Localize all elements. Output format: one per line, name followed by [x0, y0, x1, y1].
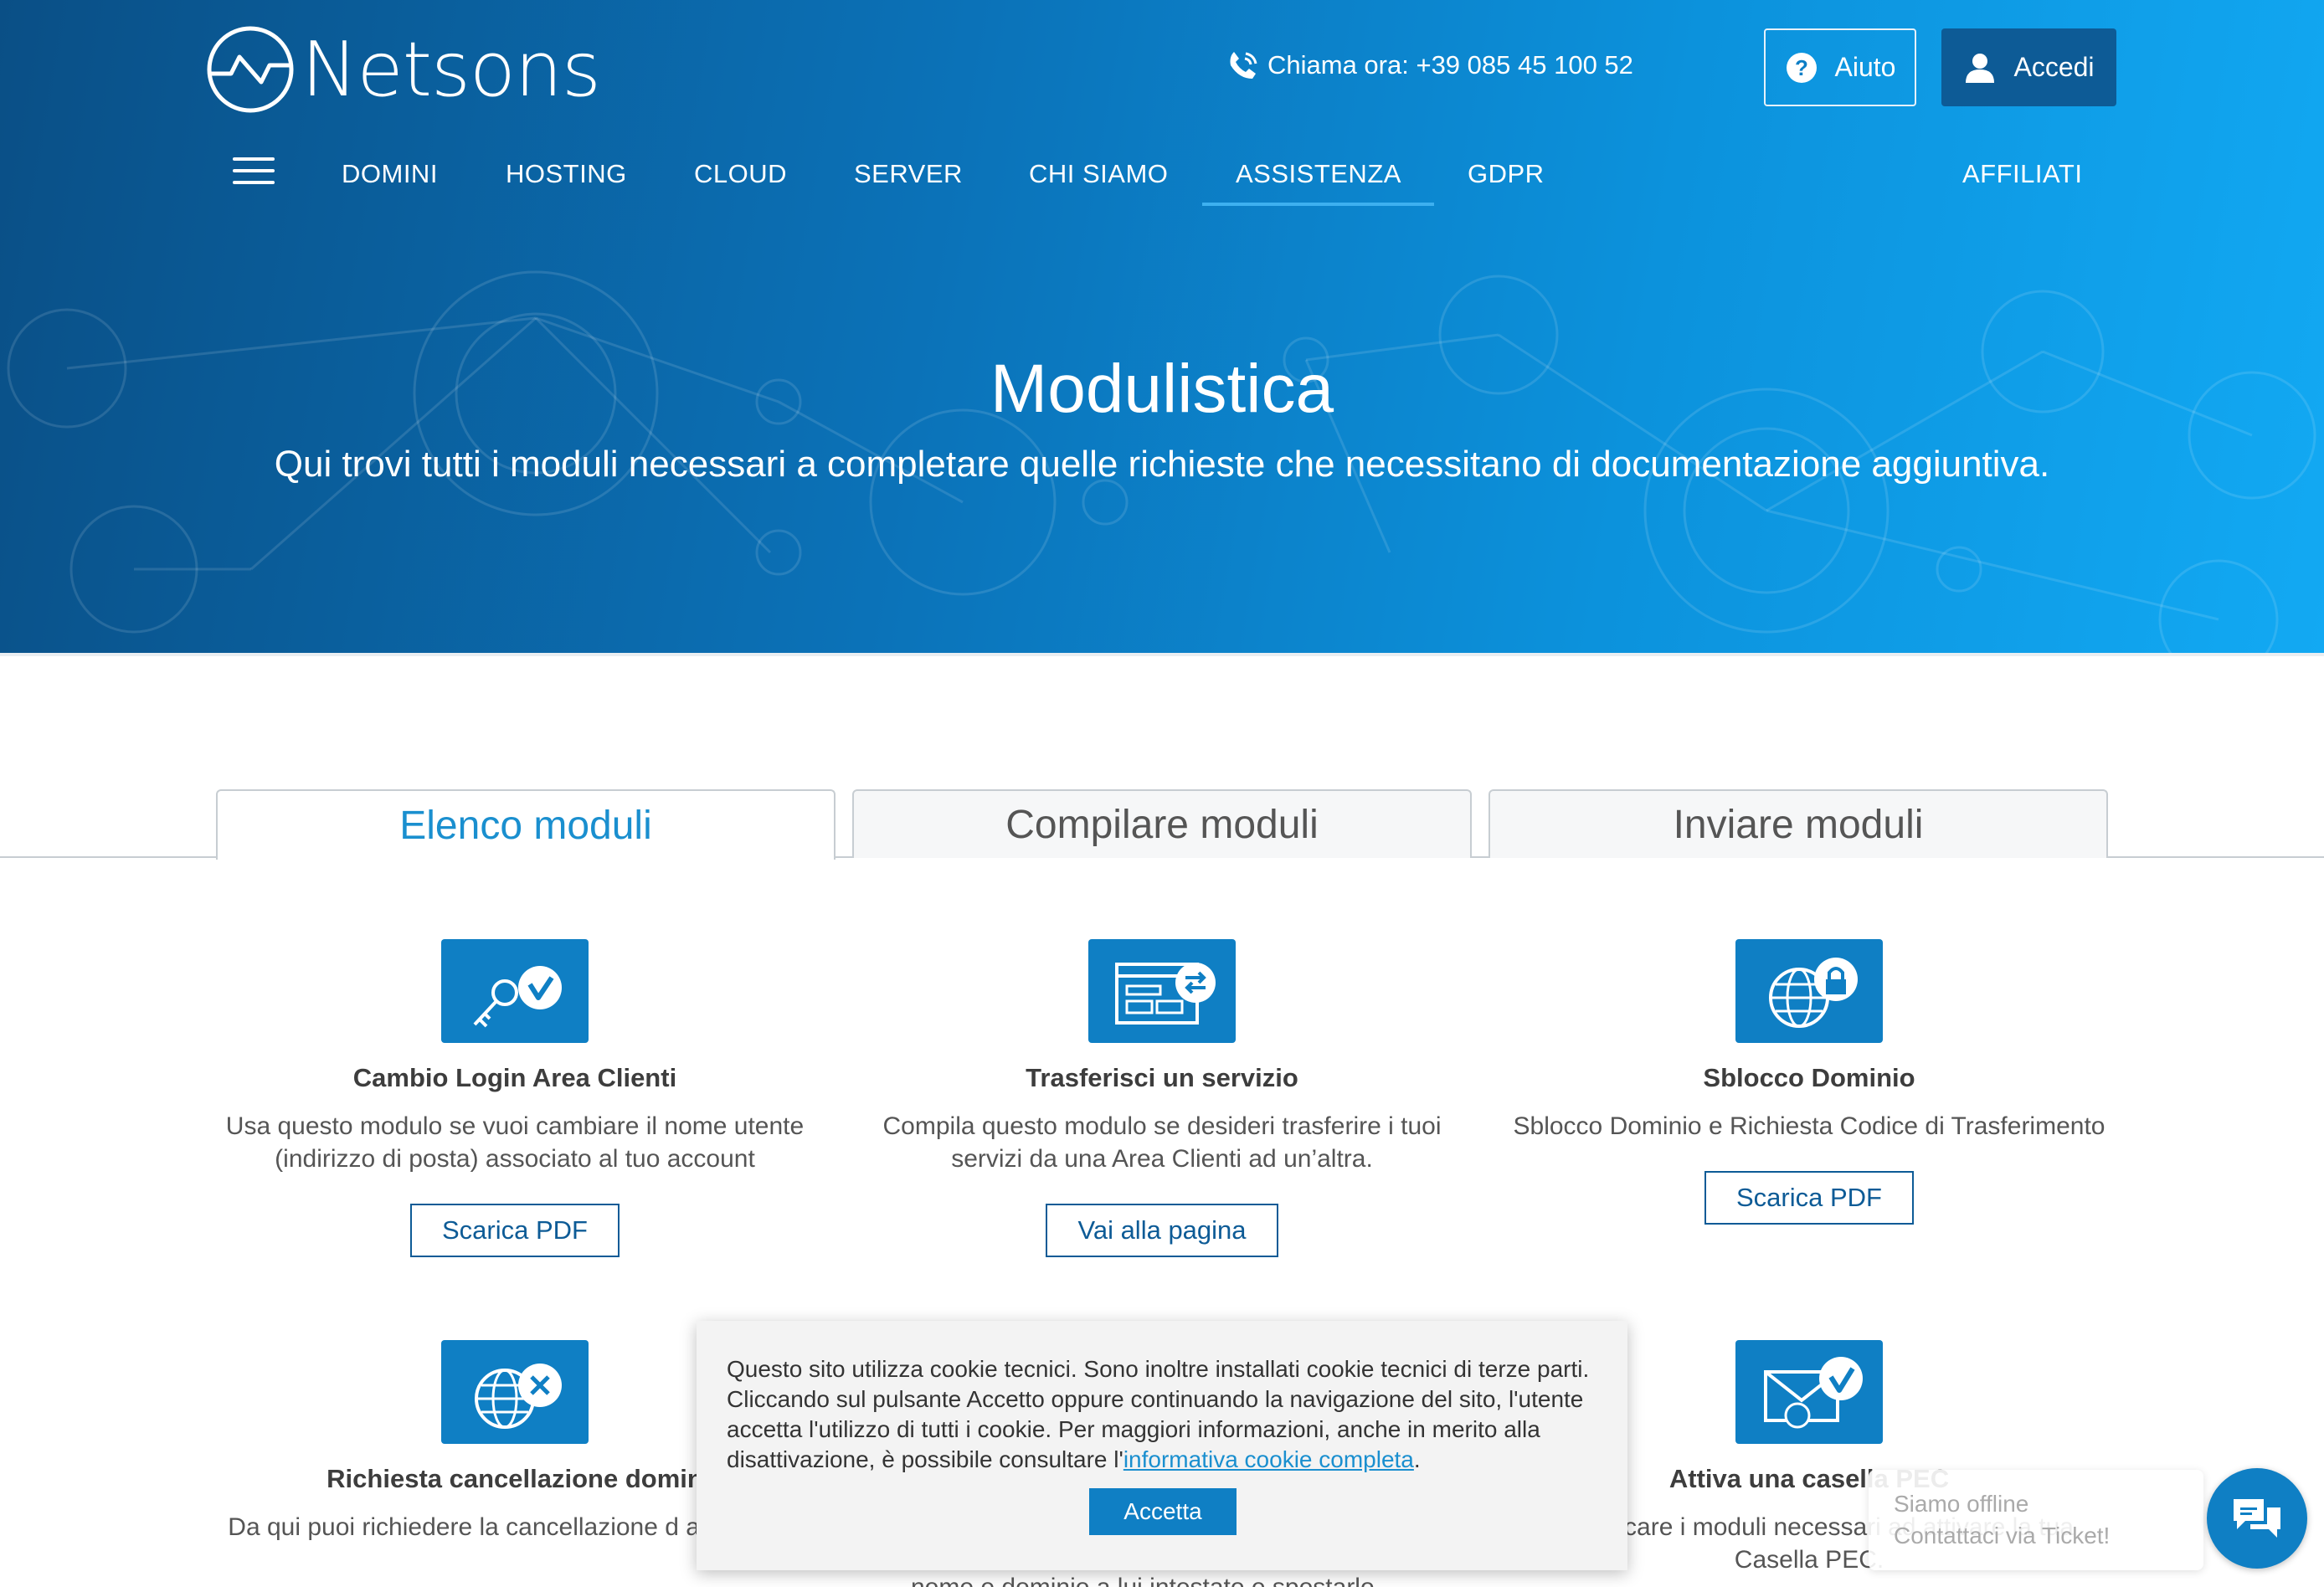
brand-name: Netsons: [301, 25, 601, 114]
nav-item-cloud[interactable]: CLOUD: [694, 159, 787, 189]
nav-item-domini[interactable]: DOMINI: [342, 159, 438, 189]
active-nav-indicator: [1202, 203, 1434, 206]
page-title: Modulistica: [990, 351, 1334, 427]
chat-status: Siamo offline: [1894, 1491, 2029, 1517]
tab-inviare-moduli[interactable]: Inviare moduli: [1488, 789, 2108, 858]
module-card-trasferisci: Trasferisci un servizio Compila questo m…: [852, 939, 1472, 1257]
help-icon: ?: [1786, 52, 1817, 83]
svg-text:?: ?: [1795, 55, 1808, 80]
globe-x-icon: [441, 1340, 589, 1444]
cookie-banner: Questo sito utilizza cookie tecnici. Son…: [697, 1321, 1627, 1570]
login-button[interactable]: Accedi: [1941, 28, 2116, 106]
help-label: Aiuto: [1834, 52, 1896, 82]
hero-banner: Netsons Chiama ora: +39 085 45 100 52 ? …: [0, 0, 2324, 653]
mail-check-icon: [1735, 1340, 1883, 1444]
nav-item-affiliati[interactable]: AFFILIATI: [1962, 159, 2082, 189]
nav-item-gdpr[interactable]: GDPR: [1468, 159, 1545, 189]
phone-text: Chiama ora: +39 085 45 100 52: [1267, 50, 1633, 80]
phone-link[interactable]: Chiama ora: +39 085 45 100 52: [1226, 49, 1633, 82]
nav-item-hosting[interactable]: HOSTING: [506, 159, 627, 189]
card-title: Trasferisci un servizio: [1026, 1063, 1298, 1092]
chat-action: Contattaci via Ticket!: [1894, 1523, 2111, 1548]
nav-item-assistenza[interactable]: ASSISTENZA: [1236, 159, 1401, 189]
help-button[interactable]: ? Aiuto: [1764, 28, 1916, 106]
globe-lock-icon: [1735, 939, 1883, 1043]
netsons-logo[interactable]: Netsons: [206, 25, 601, 114]
tab-elenco-moduli[interactable]: Elenco moduli: [216, 789, 836, 860]
login-label: Accedi: [2013, 52, 2095, 82]
chat-status-box[interactable]: Siamo offline Contattaci via Ticket!: [1869, 1470, 2203, 1570]
chat-bubbles-icon: [2234, 1499, 2280, 1538]
phone-icon: [1230, 52, 1257, 79]
card-description: Compila questo modulo se desideri trasfe…: [882, 1112, 1442, 1173]
card-description: Usa questo modulo se vuoi cambiare il no…: [225, 1112, 805, 1173]
partial-card-text: nome e dominio a lui intestato e spostar…: [911, 1574, 1375, 1587]
key-check-icon: [441, 939, 589, 1043]
window-transfer-icon: [1088, 939, 1236, 1043]
page-subtitle: Qui trovi tutti i moduli necessari a com…: [274, 444, 2050, 485]
go-to-page-button[interactable]: Vai alla pagina: [1046, 1204, 1278, 1257]
chat-button[interactable]: [2207, 1468, 2307, 1569]
netsons-logo-icon: [207, 26, 294, 113]
download-pdf-button[interactable]: Scarica PDF: [1704, 1171, 1914, 1225]
card-title: Cambio Login Area Clienti: [352, 1063, 677, 1092]
nav-item-chi-siamo[interactable]: CHI SIAMO: [1029, 159, 1168, 189]
menu-icon[interactable]: [233, 157, 275, 186]
card-title: Sblocco Dominio: [1703, 1063, 1915, 1092]
card-description: Sblocco Dominio e Richiesta Codice di Tr…: [1513, 1112, 2105, 1140]
tab-compilare-moduli[interactable]: Compilare moduli: [852, 789, 1472, 858]
cookie-policy-link[interactable]: informativa cookie completa: [1123, 1446, 1414, 1472]
cookie-text: Questo sito utilizza cookie tecnici. Son…: [727, 1356, 1590, 1472]
download-pdf-button[interactable]: Scarica PDF: [410, 1204, 620, 1257]
main-navigation: DOMINI HOSTING CLOUD SERVER CHI SIAMO AS…: [0, 142, 2324, 209]
nav-item-server[interactable]: SERVER: [854, 159, 963, 189]
accept-cookies-button[interactable]: Accetta: [1089, 1488, 1237, 1535]
user-icon: [1966, 53, 1995, 83]
hero-divider: [0, 653, 2324, 656]
module-card-sblocco-dominio: Sblocco Dominio Sblocco Dominio e Richie…: [1499, 939, 2119, 1225]
module-card-cambio-login: Cambio Login Area Clienti Usa questo mod…: [205, 939, 825, 1257]
